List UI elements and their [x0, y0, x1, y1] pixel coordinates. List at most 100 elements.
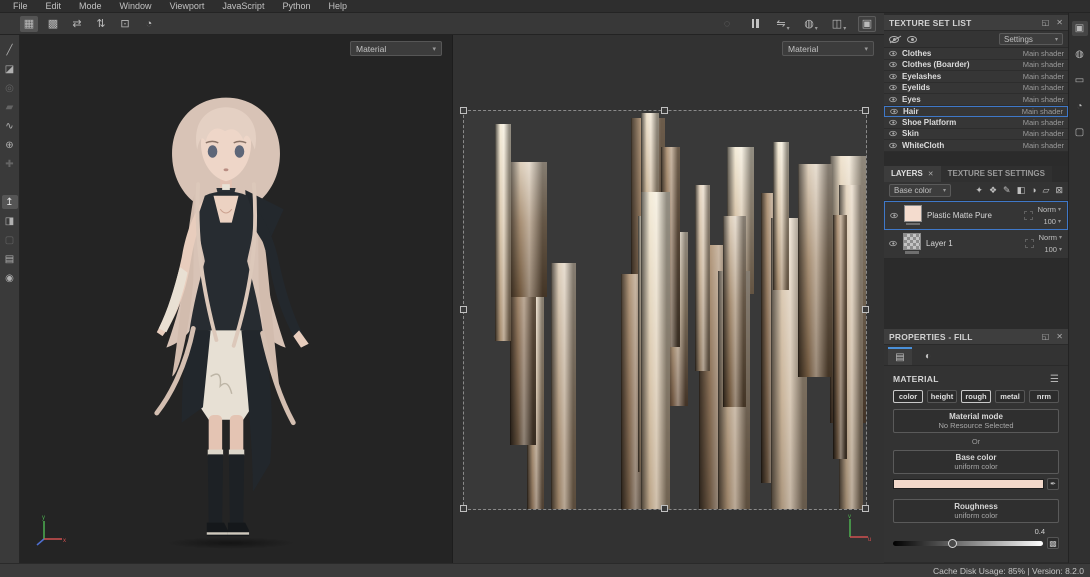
selection-handle[interactable] [460, 306, 467, 313]
visibility-eye-icon[interactable] [889, 74, 897, 79]
hamburger-menu-icon[interactable]: ☰ [1050, 374, 1059, 385]
character-model[interactable] [101, 83, 351, 550]
visibility-eye-icon[interactable] [889, 120, 897, 125]
visibility-eye-icon[interactable] [889, 97, 897, 102]
selection-handle[interactable] [862, 306, 869, 313]
roughness-button[interactable]: Roughness uniform color [893, 499, 1059, 523]
slider-options-icon[interactable]: ▩ [1047, 537, 1059, 549]
opacity-dropdown[interactable]: 100▾ [1043, 217, 1061, 226]
polygon-fill-icon[interactable]: ▰ [2, 100, 18, 114]
bake-icon[interactable]: ◌ [718, 16, 736, 32]
uv-selection-frame[interactable] [463, 110, 867, 510]
texture-set-row[interactable]: Shoe PlatformMain shader [884, 117, 1068, 129]
base-color-swatch[interactable] [893, 479, 1044, 489]
channel-button-rough[interactable]: rough [961, 390, 991, 403]
channel-filter-dropdown[interactable]: Base color ▾ [889, 184, 951, 197]
symmetry-y-icon[interactable]: ⇅ [92, 16, 110, 32]
slider-handle[interactable] [948, 539, 957, 548]
viewport-3d[interactable]: Material ▾ y x [20, 35, 453, 563]
texture-set-row[interactable]: EyelashesMain shader [884, 71, 1068, 83]
menu-edit[interactable]: Edit [37, 1, 71, 11]
decal-icon[interactable]: ◨ [2, 214, 18, 228]
screenshot-icon[interactable]: ▣ [858, 16, 876, 32]
visibility-eye-icon[interactable] [890, 109, 898, 114]
tiling-grid-icon[interactable]: ▩ [44, 16, 62, 32]
texture-set-settings-dropdown[interactable]: Settings ▾ [999, 33, 1063, 45]
base-color-button[interactable]: Base color uniform color [893, 450, 1059, 474]
uv-grid-icon[interactable]: ▦ [20, 16, 38, 32]
mirror-view-icon[interactable]: ⇋▾ [774, 16, 792, 32]
shading-mode-dropdown-3d[interactable]: Material ▾ [350, 41, 442, 56]
image-document-icon[interactable]: ▤ [2, 252, 18, 266]
layer-mask-slot[interactable] [1024, 211, 1033, 220]
blend-mode-dropdown[interactable]: Norm▾ [1038, 205, 1061, 214]
texture-set-row[interactable]: SkinMain shader [884, 129, 1068, 141]
menu-help[interactable]: Help [319, 1, 356, 11]
texture-set-row[interactable]: WhiteClothMain shader [884, 140, 1068, 152]
paint-bucket-icon[interactable]: ◧ [1017, 185, 1026, 196]
undock-icon[interactable] [1042, 18, 1050, 27]
smudge-icon[interactable]: ∿ [2, 119, 18, 133]
layer-mask-slot[interactable] [1025, 239, 1034, 248]
visibility-eye-icon[interactable] [889, 131, 897, 136]
tab-sphere-preview[interactable]: ◐ [916, 347, 940, 365]
visibility-eye-icon[interactable] [889, 143, 897, 148]
menu-python[interactable]: Python [273, 1, 319, 11]
close-icon[interactable] [1056, 332, 1063, 341]
selection-handle[interactable] [661, 107, 668, 114]
viewport-2d[interactable]: Material ▾ v u [453, 35, 884, 563]
channel-button-metal[interactable]: metal [995, 390, 1025, 403]
frame-icon[interactable]: ▢ [2, 233, 18, 247]
selection-handle[interactable] [862, 505, 869, 512]
tab-material-properties[interactable]: ▤ [888, 347, 912, 365]
roughness-slider[interactable] [893, 541, 1043, 546]
layer-visibility-eye-icon[interactable] [889, 241, 897, 246]
visibility-eye-icon[interactable] [907, 36, 917, 43]
menu-file[interactable]: File [4, 1, 37, 11]
shelf-icon[interactable]: ▭ [1072, 73, 1088, 88]
texture-frame-icon[interactable]: ▢ [1072, 125, 1088, 140]
channel-button-nrm[interactable]: nrm [1029, 390, 1059, 403]
texture-set-row[interactable]: EyesMain shader [884, 94, 1068, 106]
layer-thumbnail[interactable] [904, 205, 922, 222]
layer-thumbnail[interactable] [903, 233, 921, 250]
pen-icon[interactable]: ✎ [1003, 185, 1011, 196]
tab-texture-set-settings[interactable]: TEXTURE SET SETTINGS [941, 166, 1052, 182]
texture-set-row[interactable]: EyelidsMain shader [884, 83, 1068, 95]
pause-engine-icon[interactable] [746, 16, 764, 32]
color-picker-icon[interactable]: ✒ [1047, 478, 1059, 490]
trash-icon[interactable]: ⊠ [1055, 185, 1063, 196]
blend-mode-dropdown[interactable]: Norm▾ [1039, 233, 1062, 242]
layer-row[interactable]: Layer 1Norm▾100▾ [884, 230, 1068, 259]
projection-icon[interactable]: ◎ [2, 81, 18, 95]
focus-frame-icon[interactable]: ⊡ [116, 16, 134, 32]
camera-icon[interactable]: ◫▾ [830, 16, 848, 32]
material-picker-icon[interactable]: ✚ [2, 157, 18, 171]
menu-viewport[interactable]: Viewport [161, 1, 214, 11]
visibility-eye-icon[interactable] [889, 51, 897, 56]
channel-button-height[interactable]: height [927, 390, 957, 403]
display-sphere-icon[interactable]: ◍ [1072, 47, 1088, 62]
toggle-all-visibility-icon[interactable] [889, 36, 899, 43]
screenshot-dock-icon[interactable]: ▣ [1072, 21, 1088, 36]
history-icon[interactable]: ◔ [140, 16, 158, 32]
menu-javascript[interactable]: JavaScript [213, 1, 273, 11]
visibility-eye-icon[interactable] [889, 62, 897, 67]
shader-sphere-icon[interactable]: ◍▾ [802, 16, 820, 32]
visibility-eye-icon[interactable] [889, 85, 897, 90]
effect-stack-icon[interactable]: ❖ [989, 185, 997, 196]
history-dock-icon[interactable]: ◔ [1072, 99, 1088, 114]
mask-eye-icon[interactable]: ◉ [2, 271, 18, 285]
layer-row[interactable]: Plastic Matte PureNorm▾100▾ [884, 201, 1068, 230]
menu-window[interactable]: Window [111, 1, 161, 11]
clone-stamp-icon[interactable]: ⊕ [2, 138, 18, 152]
selection-handle[interactable] [862, 107, 869, 114]
eraser-icon[interactable]: ◪ [2, 62, 18, 76]
wand-icon[interactable]: ✦ [975, 185, 983, 196]
close-icon[interactable] [1056, 18, 1063, 27]
folder-icon[interactable]: ▱ [1043, 185, 1050, 196]
symmetry-x-icon[interactable]: ⇄ [68, 16, 86, 32]
shading-mode-dropdown-2d[interactable]: Material ▾ [782, 41, 874, 56]
selection-handle[interactable] [460, 505, 467, 512]
texture-set-row[interactable]: ClothesMain shader [884, 48, 1068, 60]
